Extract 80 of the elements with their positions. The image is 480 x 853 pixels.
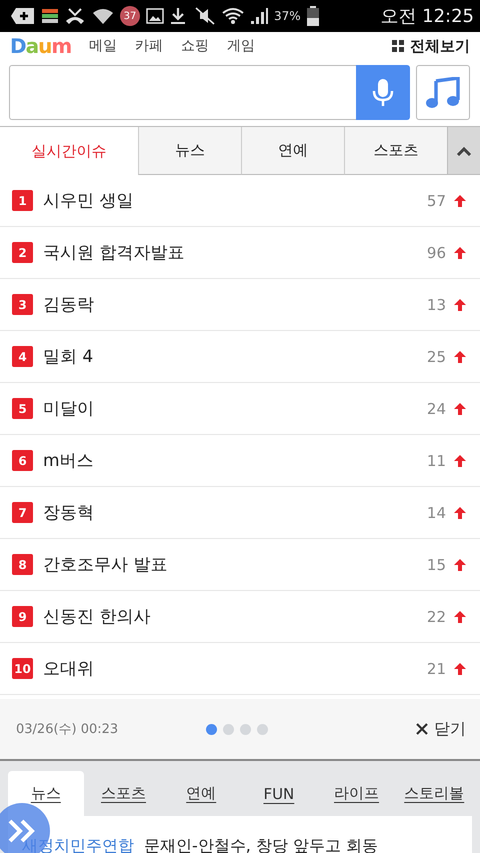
- stack-icon: [42, 8, 58, 24]
- ranking-item[interactable]: 7 장동혁 14: [0, 487, 480, 539]
- keyword-text: 시우민 생일: [43, 190, 134, 212]
- wifi-icon: [222, 7, 244, 25]
- section-tab[interactable]: 연예: [163, 771, 240, 816]
- rank-number: 6: [12, 450, 33, 471]
- missed-call-icon: [64, 8, 86, 24]
- music-note-icon: [426, 76, 460, 108]
- keyword-text: 밀회 4: [43, 346, 94, 368]
- rank-change: 13: [426, 296, 446, 314]
- nav-link[interactable]: 카페: [135, 37, 164, 55]
- all-menu-link[interactable]: 전체보기: [392, 36, 470, 56]
- ranking-item[interactable]: 5 미달이 24: [0, 383, 480, 435]
- nav-link[interactable]: 게임: [227, 37, 256, 55]
- ranking-item[interactable]: 9 신동진 한의사 22: [0, 591, 480, 643]
- ranking-item[interactable]: 2 국시원 합격자발표 96: [0, 227, 480, 279]
- rank-number: 8: [12, 554, 33, 575]
- close-button[interactable]: 닫기: [416, 718, 466, 740]
- category-tab[interactable]: 연예: [241, 127, 344, 175]
- chevron-up-icon: [456, 146, 472, 156]
- signal-icon: [250, 7, 268, 25]
- battery-icon: [306, 6, 319, 26]
- page-dot[interactable]: [257, 724, 268, 734]
- close-icon: [416, 723, 428, 735]
- rank-change: 57: [426, 192, 446, 210]
- ranking-item[interactable]: 4 밀회 4 25: [0, 331, 480, 383]
- ranking-item[interactable]: 1 시우민 생일 57: [0, 175, 480, 227]
- wifi-icon: [92, 8, 114, 24]
- rank-change: 25: [426, 348, 446, 366]
- search-field[interactable]: [9, 65, 356, 120]
- voice-search-button[interactable]: [356, 65, 410, 120]
- category-tab[interactable]: 뉴스: [138, 127, 241, 175]
- section-tab[interactable]: 라이프: [318, 771, 394, 816]
- keyword-text: m버스: [43, 450, 95, 472]
- rank-change: 11: [426, 452, 446, 470]
- rank-number: 1: [12, 190, 33, 211]
- section-tab[interactable]: FUN: [241, 771, 317, 816]
- ranking-item[interactable]: 6 m버스 11: [0, 435, 480, 487]
- keyword-text: 국시원 합격자발표: [43, 242, 186, 264]
- section-tab[interactable]: 스토리볼: [396, 771, 472, 816]
- rank-number: 3: [12, 294, 33, 315]
- page-dot[interactable]: [240, 724, 251, 734]
- rank-change: 21: [426, 660, 446, 678]
- clock: 오전 12:25: [380, 5, 474, 28]
- rank-change: 24: [426, 400, 446, 418]
- nav-link[interactable]: 쇼핑: [181, 37, 210, 55]
- keyword-text: 오대위: [43, 658, 95, 680]
- section-tab[interactable]: 스포츠: [86, 771, 162, 816]
- image-icon: [146, 8, 164, 24]
- page-dot[interactable]: [223, 724, 234, 734]
- rank-change: 96: [426, 244, 446, 262]
- microphone-icon: [372, 78, 394, 108]
- timestamp: 03/26(수) 00:23: [16, 721, 120, 738]
- news-headline: 문재인-안철수, 창당 앞두고 회동: [144, 836, 378, 853]
- notification-badge: 37: [120, 6, 140, 26]
- collapse-button[interactable]: [447, 127, 480, 175]
- keyword-text: 신동진 한의사: [43, 606, 152, 628]
- grid-icon: [392, 40, 404, 52]
- rank-number: 5: [12, 398, 33, 419]
- rank-number: 10: [12, 658, 33, 679]
- category-tab[interactable]: 스포츠: [344, 127, 447, 175]
- add-icon: [10, 7, 36, 25]
- ranking-item[interactable]: 8 간호조무사 발표 15: [0, 539, 480, 591]
- rank-change: 15: [426, 556, 446, 574]
- keyword-text: 김동락: [43, 294, 95, 316]
- rank-change: 22: [426, 608, 446, 626]
- music-search-button[interactable]: [416, 65, 470, 120]
- keyword-text: 장동혁: [43, 502, 95, 524]
- battery-percent: 37%: [274, 9, 301, 23]
- ranking-item[interactable]: 3 김동락 13: [0, 279, 480, 331]
- rank-number: 9: [12, 606, 33, 627]
- keyword-text: 간호조무사 발표: [43, 554, 168, 576]
- page-dot[interactable]: [206, 724, 217, 734]
- keyword-text: 미달이: [43, 398, 95, 420]
- download-icon: [170, 7, 186, 25]
- rank-number: 7: [12, 502, 33, 523]
- rank-number: 4: [12, 346, 33, 367]
- rank-number: 2: [12, 242, 33, 263]
- rank-change: 14: [426, 504, 446, 522]
- nav-link[interactable]: 메일: [89, 37, 118, 55]
